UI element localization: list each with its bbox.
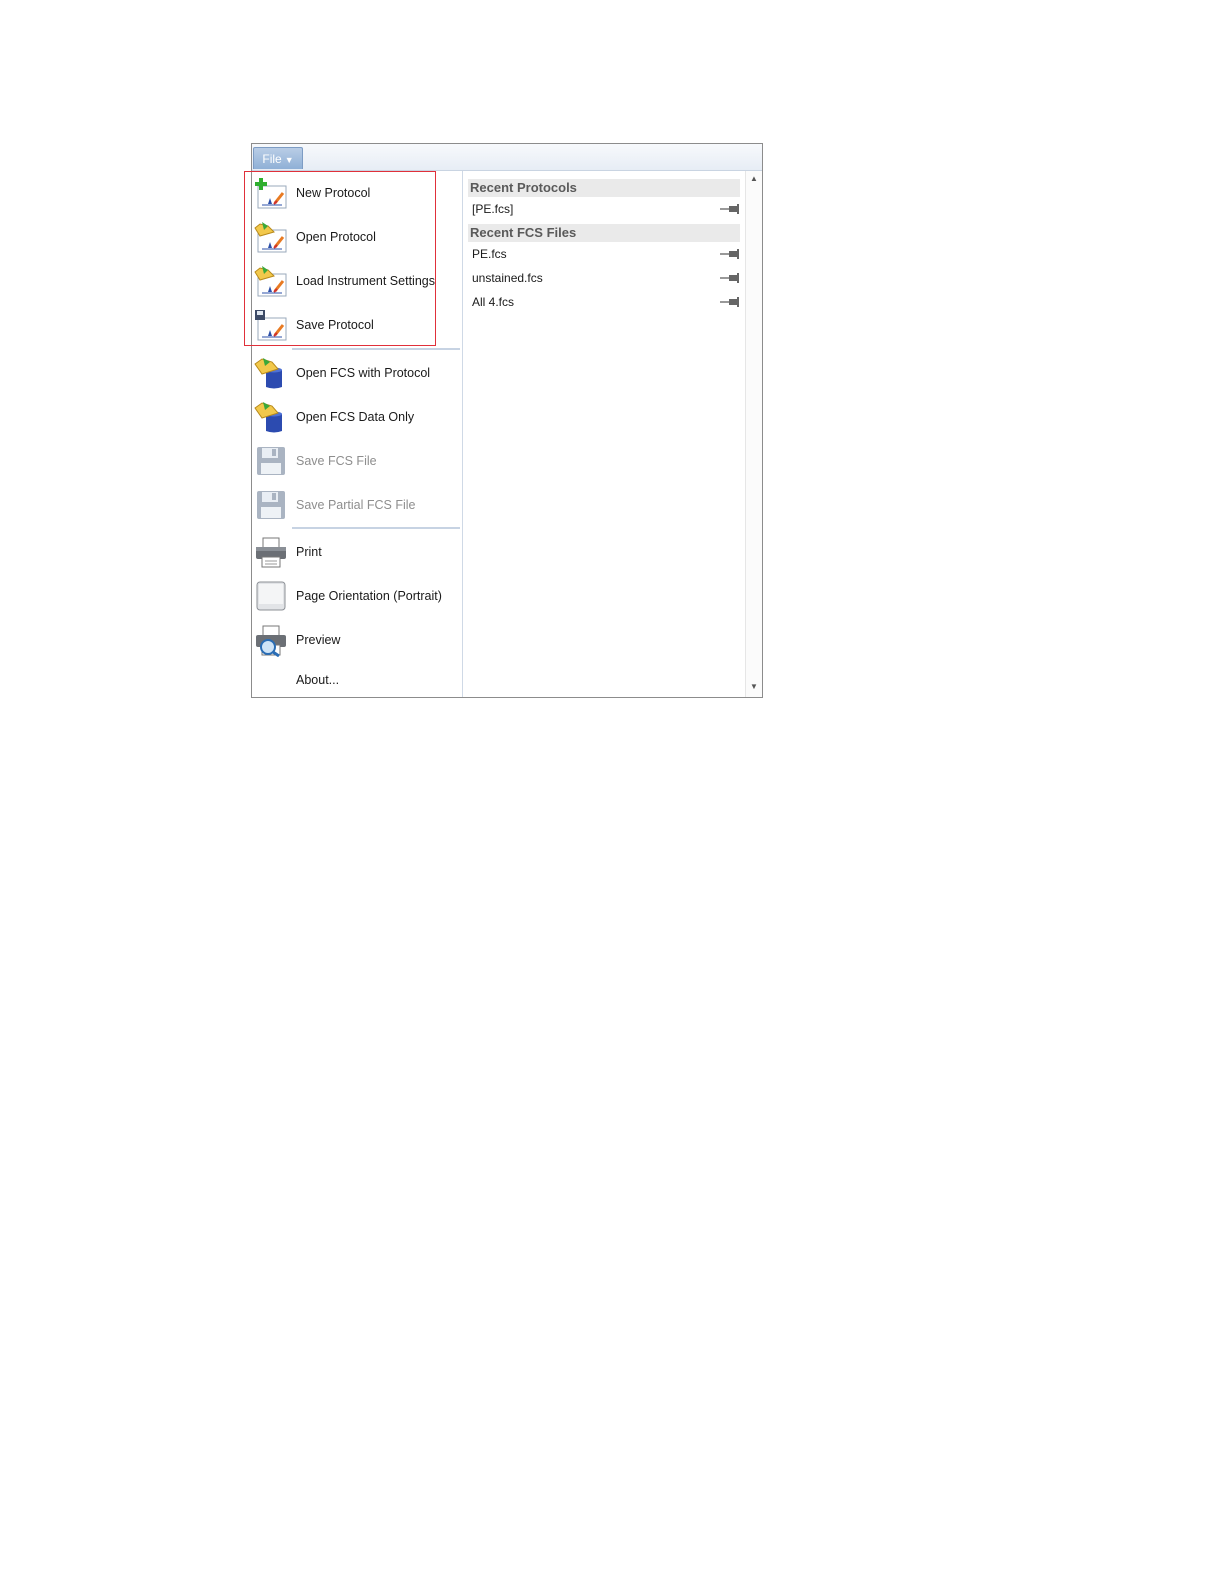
load-instrument-settings-item[interactable]: Load Instrument Settings <box>252 259 462 303</box>
page-icon <box>254 579 288 613</box>
about-item[interactable]: About... <box>252 658 462 702</box>
open-fcs-data-only-item[interactable]: Open FCS Data Only <box>252 395 462 439</box>
save-partial-fcs-file-item[interactable]: Save Partial FCS File <box>252 483 462 527</box>
file-menu-button[interactable]: File ▼ <box>253 147 303 169</box>
file-menu-window: File ▼ New Protocol Open Protocol Load I… <box>251 143 763 698</box>
recent-fcs-item[interactable]: unstained.fcs <box>472 267 740 289</box>
recent-fcs-heading: Recent FCS Files <box>468 224 740 242</box>
about-icon-placeholder <box>254 663 288 697</box>
pin-icon[interactable] <box>720 203 740 215</box>
file-menu-label: File <box>262 152 282 166</box>
menu-separator <box>292 348 460 350</box>
recent-files-pane: Recent Protocols [PE.fcs] Recent FCS Fil… <box>463 171 746 697</box>
open-fcs-data-icon <box>254 400 288 434</box>
open-fcs-protocol-icon <box>254 356 288 390</box>
open-protocol-icon <box>254 220 288 254</box>
floppy-icon <box>254 488 288 522</box>
open-fcs-with-protocol-label: Open FCS with Protocol <box>296 366 431 380</box>
vertical-scrollbar[interactable]: ▲ ▼ <box>745 171 762 697</box>
pin-icon[interactable] <box>720 272 740 284</box>
menu-bar: File ▼ <box>252 144 762 171</box>
about-label: About... <box>296 673 340 687</box>
save-partial-fcs-file-label: Save Partial FCS File <box>296 498 416 512</box>
recent-fcs-item[interactable]: PE.fcs <box>472 243 740 265</box>
save-protocol-label: Save Protocol <box>296 318 374 332</box>
open-fcs-data-only-label: Open FCS Data Only <box>296 410 415 424</box>
menu-separator <box>292 527 460 529</box>
page-orientation-item[interactable]: Page Orientation (Portrait) <box>252 574 462 618</box>
open-protocol-item[interactable]: Open Protocol <box>252 215 462 259</box>
recent-fcs-label: All 4.fcs <box>472 295 515 309</box>
page-orientation-label: Page Orientation (Portrait) <box>296 589 442 603</box>
open-fcs-with-protocol-item[interactable]: Open FCS with Protocol <box>252 351 462 395</box>
new-protocol-label: New Protocol <box>296 186 371 200</box>
recent-fcs-item[interactable]: All 4.fcs <box>472 291 740 313</box>
scroll-up-icon[interactable]: ▲ <box>746 173 762 185</box>
print-item[interactable]: Print <box>252 530 462 574</box>
recent-fcs-label: unstained.fcs <box>472 271 543 285</box>
preview-icon <box>254 623 288 658</box>
new-protocol-icon <box>254 176 288 210</box>
pin-icon[interactable] <box>720 248 740 260</box>
chevron-down-icon: ▼ <box>284 155 294 165</box>
scroll-down-icon[interactable]: ▼ <box>746 681 762 693</box>
recent-protocol-label: [PE.fcs] <box>472 202 514 216</box>
pin-icon[interactable] <box>720 296 740 308</box>
menu-commands-pane: New Protocol Open Protocol Load Instrume… <box>252 171 463 697</box>
printer-icon <box>254 535 288 569</box>
recent-fcs-label: PE.fcs <box>472 247 507 261</box>
preview-item[interactable]: Preview <box>252 618 462 662</box>
load-settings-icon <box>254 264 288 298</box>
save-fcs-file-label: Save FCS File <box>296 454 377 468</box>
save-protocol-icon <box>254 308 288 342</box>
recent-protocol-item[interactable]: [PE.fcs] <box>472 198 740 220</box>
open-protocol-label: Open Protocol <box>296 230 376 244</box>
floppy-icon <box>254 444 288 478</box>
load-instrument-settings-label: Load Instrument Settings <box>296 274 435 288</box>
new-protocol-item[interactable]: New Protocol <box>252 171 462 215</box>
preview-label: Preview <box>296 633 341 647</box>
save-protocol-item[interactable]: Save Protocol <box>252 303 462 347</box>
recent-protocols-heading: Recent Protocols <box>468 179 740 197</box>
print-label: Print <box>296 545 322 559</box>
save-fcs-file-item[interactable]: Save FCS File <box>252 439 462 483</box>
